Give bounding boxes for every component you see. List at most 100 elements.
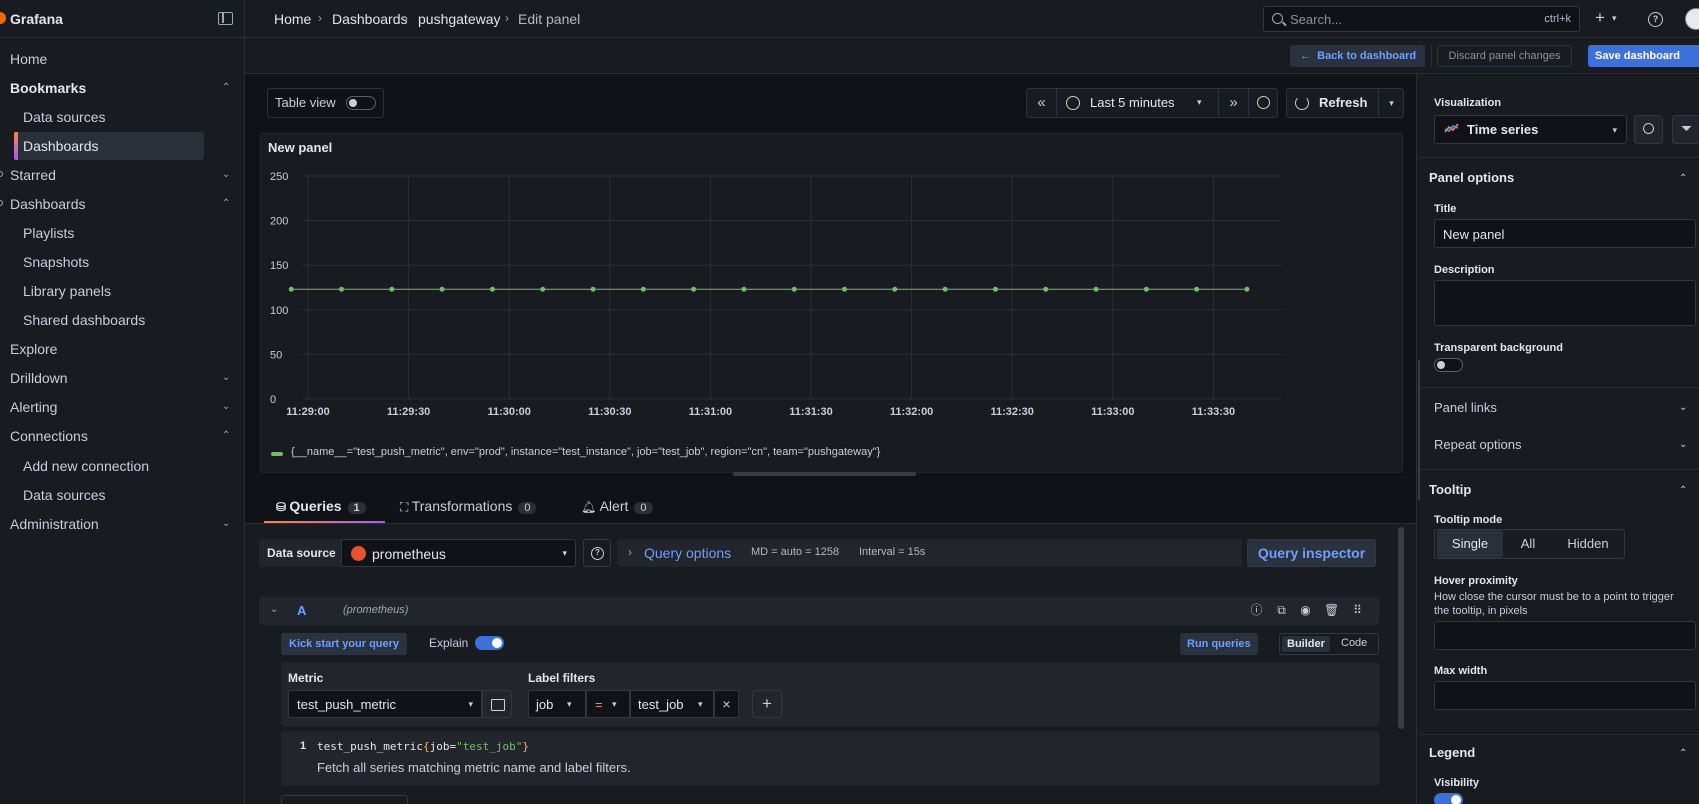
zoom-out-icon[interactable] <box>1248 89 1278 117</box>
sidebar-item-bookmark-data-sources[interactable]: Data sources <box>23 103 105 131</box>
sidebar-item-connections[interactable]: Connections <box>10 422 88 450</box>
panel-options-header[interactable]: Panel options <box>1429 170 1514 185</box>
sidebar-item-bookmark-dashboards[interactable]: Dashboards <box>14 132 204 160</box>
sidebar-item-alerting[interactable]: Alerting <box>10 393 57 421</box>
query-inspector-button[interactable]: Query inspector <box>1247 539 1376 567</box>
query-row-header[interactable]: ⌄ A (prometheus) ⓘ ⧉ ◉ 🗑︎ ⠿ <box>259 597 1379 625</box>
sidebar-item-library-panels[interactable]: Library panels <box>23 277 111 305</box>
chevron-down-icon[interactable]: ⌄ <box>1679 402 1687 413</box>
chevron-down-icon[interactable]: ⌄ <box>1679 439 1687 450</box>
breadcrumb-pushgateway[interactable]: pushgateway <box>418 11 501 27</box>
chevron-up-icon[interactable]: ⌃ <box>222 83 232 93</box>
cutoff-button[interactable] <box>281 795 408 804</box>
tooltip-mode-single[interactable]: Single <box>1437 530 1503 558</box>
transparent-background-switch[interactable] <box>1434 358 1463 372</box>
grafana-logo-icon[interactable] <box>0 12 6 24</box>
data-source-select[interactable]: prometheus ▾ <box>341 539 576 567</box>
visualization-select[interactable]: Time series ▾ <box>1434 115 1627 144</box>
chevron-down-icon[interactable]: ⌄ <box>222 402 232 412</box>
time-range-label[interactable]: Last 5 minutes <box>1090 95 1175 110</box>
chevron-down-icon[interactable]: ⌄ <box>270 604 278 615</box>
time-series-chart[interactable]: 250 200 150 100 50 0 11:29:00 11:29:30 11:30:00 1… <box>260 160 1403 445</box>
query-row-id[interactable]: A <box>297 603 306 618</box>
brand-name[interactable]: Grafana <box>10 11 63 27</box>
sidebar-item-snapshots[interactable]: Snapshots <box>23 248 89 276</box>
query-options[interactable]: › Query options MD = auto = 1258 Interva… <box>617 539 1242 567</box>
max-width-input[interactable] <box>1434 681 1696 710</box>
hover-proximity-input[interactable] <box>1434 621 1696 650</box>
query-help-button[interactable]: ? <box>583 539 611 567</box>
sidebar-item-drilldown[interactable]: Drilldown <box>10 364 68 392</box>
sidebar-item-explore[interactable]: Explore <box>10 335 57 363</box>
sidebar-item-add-new-connection[interactable]: Add new connection <box>23 452 149 480</box>
metric-select[interactable]: test_push_metric ▾ <box>288 690 482 718</box>
tab-queries[interactable]: ⛁ Queries 1 <box>276 498 366 514</box>
explain-toggle[interactable] <box>475 636 504 650</box>
chevron-up-icon[interactable]: ⌃ <box>1679 748 1687 759</box>
add-filter-button[interactable]: + <box>752 690 782 718</box>
label-value-select[interactable]: test_job ▾ <box>630 690 714 718</box>
chevron-down-icon[interactable]: ▾ <box>1197 97 1202 108</box>
legend-series-label[interactable]: {__name__="test_push_metric", env="prod"… <box>291 446 880 458</box>
search-viz-button[interactable] <box>1634 115 1663 144</box>
tooltip-header[interactable]: Tooltip <box>1429 482 1471 497</box>
back-to-dashboard-button[interactable]: ← Back to dashboard <box>1290 45 1425 67</box>
tooltip-mode-hidden[interactable]: Hidden <box>1553 530 1623 558</box>
sidebar-item-dashboards[interactable]: Dashboards <box>10 190 86 218</box>
chevron-up-icon[interactable]: ⌃ <box>1679 485 1687 496</box>
sidebar-item-connection-data-sources[interactable]: Data sources <box>23 481 105 509</box>
chevron-up-icon[interactable]: ⌃ <box>222 431 232 441</box>
tab-transformations[interactable]: ⛶ Transformations 0 <box>400 498 537 515</box>
label-key-select[interactable]: job ▾ <box>528 690 586 718</box>
drag-handle-icon[interactable]: ⠿ <box>1351 604 1364 617</box>
table-view-switch[interactable] <box>346 96 376 110</box>
dock-menu-icon[interactable] <box>218 12 233 25</box>
breadcrumb-home[interactable]: Home <box>274 11 311 27</box>
remove-filter-icon[interactable]: × <box>714 690 739 718</box>
help-icon[interactable]: ? <box>1648 12 1663 27</box>
run-queries-button[interactable]: Run queries <box>1180 633 1258 655</box>
horizontal-scrollbar[interactable] <box>733 472 916 476</box>
time-back-icon[interactable]: « <box>1027 89 1057 117</box>
trash-icon[interactable]: 🗑︎ <box>1324 604 1339 617</box>
tooltip-mode-all[interactable]: All <box>1505 530 1551 558</box>
label-operator-select[interactable]: = ▾ <box>586 690 630 718</box>
kick-start-query-button[interactable]: Kick start your query <box>281 633 408 655</box>
vertical-scrollbar[interactable] <box>1398 527 1404 729</box>
sidebar-item-bookmarks[interactable]: Bookmarks <box>10 74 86 102</box>
title-input[interactable]: New panel <box>1434 219 1696 248</box>
refresh-button[interactable]: Refresh <box>1319 95 1367 110</box>
chevron-down-icon[interactable]: ▾ <box>1612 13 1617 24</box>
breadcrumb-dashboards[interactable]: Dashboards <box>332 11 408 27</box>
repeat-options-header[interactable]: Repeat options <box>1434 437 1521 452</box>
discard-panel-changes-button[interactable]: Discard panel changes <box>1437 45 1572 67</box>
plus-icon[interactable]: + <box>1595 8 1605 28</box>
options-scrollbar[interactable] <box>1418 360 1420 500</box>
panel-links-header[interactable]: Panel links <box>1434 400 1497 415</box>
filter-viz-button[interactable]: ⏷ <box>1672 115 1699 144</box>
chevron-down-icon[interactable]: ⌄ <box>222 519 232 529</box>
sidebar-item-administration[interactable]: Administration <box>10 510 99 538</box>
legend-visibility-switch[interactable] <box>1434 793 1463 804</box>
sidebar-item-shared-dashboards[interactable]: Shared dashboards <box>23 306 145 334</box>
chevron-down-icon[interactable]: ▾ <box>1378 89 1404 117</box>
chevron-up-icon[interactable]: ⌃ <box>1679 173 1687 184</box>
metrics-explorer-icon[interactable] <box>482 690 512 718</box>
description-input[interactable] <box>1434 280 1696 326</box>
tab-alert[interactable]: 🔔︎ Alert 0 <box>581 498 653 514</box>
help-icon[interactable]: ⓘ <box>1250 604 1263 617</box>
sidebar-item-home[interactable]: Home <box>10 45 47 73</box>
save-dashboard-button[interactable]: Save dashboard <box>1588 45 1699 67</box>
legend-header[interactable]: Legend <box>1429 745 1475 760</box>
search-input[interactable]: Search... ctrl+k <box>1263 6 1580 32</box>
sidebar-item-playlists[interactable]: Playlists <box>23 219 74 247</box>
sidebar-item-starred[interactable]: Starred <box>10 161 56 189</box>
chevron-down-icon[interactable]: ⌄ <box>222 170 232 180</box>
time-forward-icon[interactable]: » <box>1218 89 1248 117</box>
duplicate-icon[interactable]: ⧉ <box>1275 604 1288 617</box>
eye-icon[interactable]: ◉ <box>1299 604 1312 617</box>
chevron-down-icon[interactable]: ⌄ <box>222 373 232 383</box>
builder-mode-button[interactable]: Builder <box>1282 636 1330 652</box>
chevron-up-icon[interactable]: ⌃ <box>222 199 232 209</box>
code-mode-button[interactable]: Code <box>1341 637 1367 649</box>
